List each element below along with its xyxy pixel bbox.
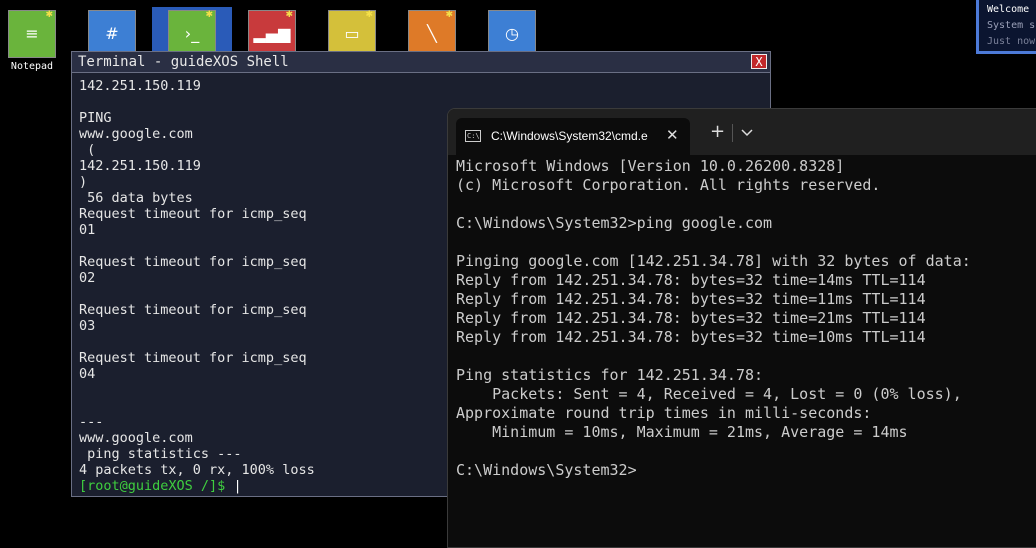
notepad-icon-label: Notepad bbox=[10, 61, 54, 72]
paint-icon: ╲ bbox=[427, 24, 437, 43]
new-tab-button[interactable]: + bbox=[710, 123, 725, 141]
clock-icon: ◷ bbox=[505, 24, 519, 43]
star-badge-icon: ✱ bbox=[285, 10, 293, 20]
console-line: Pinging google.com [142.251.34.78] with … bbox=[456, 252, 971, 270]
notification-message: System s bbox=[987, 20, 1036, 31]
console-line: Approximate round trip times in milli-se… bbox=[456, 404, 872, 422]
console-line: (c) Microsoft Corporation. All rights re… bbox=[456, 176, 881, 194]
terminal-line: 142.251.150.119 bbox=[79, 78, 201, 94]
notification-toast[interactable]: Welcome System s Just now bbox=[976, 0, 1036, 54]
chevron-down-icon[interactable] bbox=[738, 124, 756, 140]
star-badge-icon: ✱ bbox=[445, 10, 453, 20]
console-line: Reply from 142.251.34.78: bytes=32 time=… bbox=[456, 309, 926, 327]
console-line: Packets: Sent = 4, Received = 4, Lost = … bbox=[456, 385, 962, 403]
console-line: Reply from 142.251.34.78: bytes=32 time=… bbox=[456, 271, 926, 289]
star-badge-icon: ✱ bbox=[45, 10, 53, 20]
shell-prompt: [root@guideXOS /]$ bbox=[79, 478, 234, 494]
tab-title: C:\Windows\System32\cmd.e bbox=[491, 129, 648, 143]
close-button[interactable]: X bbox=[751, 54, 767, 69]
calculator-icon: # bbox=[105, 24, 119, 43]
console-line: Minimum = 10ms, Maximum = 21ms, Average … bbox=[456, 423, 908, 441]
console-line: Reply from 142.251.34.78: bytes=32 time=… bbox=[456, 290, 926, 308]
folder-icon: ▭ bbox=[344, 24, 360, 43]
terminal-icon: ›_ bbox=[184, 24, 200, 43]
star-badge-icon: ✱ bbox=[205, 10, 213, 20]
signal-icon: ▂▄▆ bbox=[253, 24, 291, 43]
console-line: Reply from 142.251.34.78: bytes=32 time=… bbox=[456, 328, 926, 346]
window-title: Terminal - guideXOS Shell bbox=[78, 54, 289, 70]
console-line: C:\Windows\System32> bbox=[456, 461, 637, 479]
notification-time: Just now bbox=[987, 36, 1036, 47]
windows-terminal-output[interactable]: Microsoft Windows [Version 10.0.26200.83… bbox=[456, 157, 1036, 480]
notepad-icon: ≡ bbox=[25, 24, 39, 43]
cmd-icon: C:\ bbox=[465, 130, 481, 142]
notification-title: Welcome bbox=[987, 4, 1030, 15]
notepad-app-icon[interactable]: ≡ ✱ bbox=[8, 10, 56, 58]
star-badge-icon: ✱ bbox=[365, 10, 373, 20]
tab-close-button[interactable]: ✕ bbox=[666, 126, 679, 144]
tab-bar: C:\ C:\Windows\System32\cmd.e ✕ + bbox=[448, 109, 1036, 155]
console-line: Ping statistics for 142.251.34.78: bbox=[456, 366, 764, 384]
text-cursor: | bbox=[233, 478, 242, 494]
console-line: C:\Windows\System32>ping google.com bbox=[456, 214, 773, 232]
tab-separator bbox=[732, 124, 733, 142]
tab-cmd[interactable]: C:\ C:\Windows\System32\cmd.e ✕ bbox=[456, 118, 690, 155]
console-line: Microsoft Windows [Version 10.0.26200.83… bbox=[456, 157, 845, 175]
windows-terminal-window[interactable]: C:\ C:\Windows\System32\cmd.e ✕ + Micros… bbox=[447, 108, 1036, 548]
guidexos-terminal-titlebar[interactable]: Terminal - guideXOS Shell X bbox=[72, 52, 770, 73]
